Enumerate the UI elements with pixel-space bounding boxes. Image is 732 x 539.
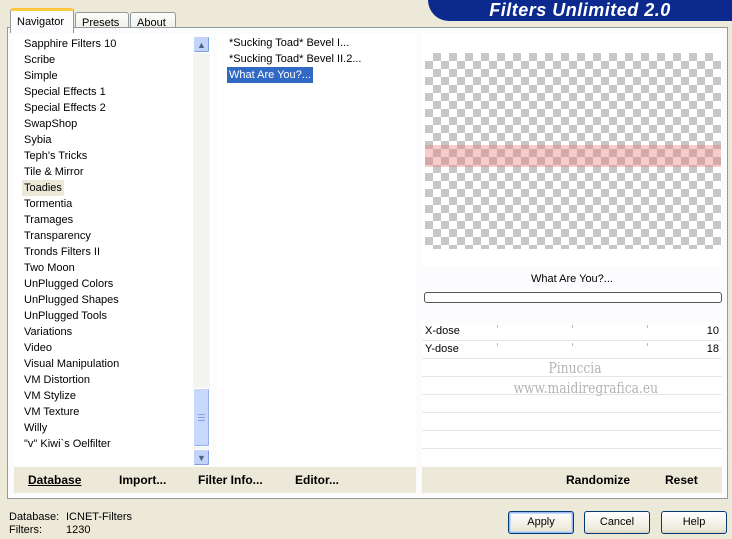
grip-icon: [198, 414, 205, 421]
preview-effect-stripe: [425, 145, 721, 167]
category-list[interactable]: Sapphire Filters 10 Scribe Simple Special E…: [14, 34, 212, 466]
category-item[interactable]: Tormentia: [22, 196, 74, 212]
database-button[interactable]: Database: [28, 473, 81, 487]
preview-toolbar: Randomize Reset: [422, 467, 722, 493]
current-filter-name: What Are You?...: [531, 273, 613, 285]
param-value: 10: [706, 325, 719, 337]
database-label: Database:: [9, 511, 60, 523]
category-item[interactable]: VM Distortion: [22, 372, 92, 388]
apply-button[interactable]: Apply: [508, 511, 574, 534]
filter-list[interactable]: *Sucking Toad* Bevel I... *Sucking Toad* …: [217, 34, 416, 466]
watermark-url: www.maidiregrafica.eu: [513, 379, 659, 397]
param-label: X-dose: [425, 325, 460, 337]
param-row-y-dose[interactable]: Y-dose 18: [422, 341, 722, 359]
category-item[interactable]: Transparency: [22, 228, 93, 244]
category-item[interactable]: Willy: [22, 420, 49, 436]
progress-bar: [424, 292, 722, 303]
filters-count-label: Filters:: [9, 524, 42, 536]
category-item[interactable]: Sapphire Filters 10: [22, 36, 118, 52]
help-button[interactable]: Help: [661, 511, 727, 534]
cancel-button[interactable]: Cancel: [584, 511, 650, 534]
category-item[interactable]: Video: [22, 340, 54, 356]
app-title-banner: Filters Unlimited 2.0: [428, 0, 732, 21]
param-row-x-dose[interactable]: X-dose 10: [422, 323, 722, 341]
category-item[interactable]: Tramages: [22, 212, 75, 228]
category-item[interactable]: "v" Kiwi`s Oelfilter: [22, 436, 113, 452]
chevron-up-icon: ▲: [197, 39, 206, 50]
watermark: Pinuccia www.maidiregrafica.eu: [513, 358, 659, 398]
database-value: ICNET-Filters: [66, 511, 132, 523]
param-value: 18: [706, 343, 719, 355]
filter-item[interactable]: *Sucking Toad* Bevel II.2...: [227, 51, 364, 67]
chevron-down-icon: ▼: [197, 452, 206, 463]
category-item[interactable]: SwapShop: [22, 116, 79, 132]
category-item[interactable]: Special Effects 2: [22, 100, 108, 116]
category-item[interactable]: Sybia: [22, 132, 54, 148]
category-item[interactable]: Tronds Filters II: [22, 244, 102, 260]
param-row-empty: [422, 431, 722, 449]
category-item[interactable]: Toadies: [22, 180, 64, 196]
category-item[interactable]: Special Effects 1: [22, 84, 108, 100]
category-item[interactable]: Simple: [22, 68, 60, 84]
editor-button[interactable]: Editor...: [295, 473, 339, 487]
tab-navigator[interactable]: Navigator: [10, 8, 74, 33]
category-item[interactable]: VM Stylize: [22, 388, 78, 404]
category-item[interactable]: Scribe: [22, 52, 57, 68]
filter-info-button[interactable]: Filter Info...: [198, 473, 263, 487]
scroll-thumb[interactable]: [193, 388, 210, 447]
category-item[interactable]: Visual Manipulation: [22, 356, 121, 372]
category-item[interactable]: VM Texture: [22, 404, 81, 420]
category-item[interactable]: UnPlugged Tools: [22, 308, 109, 324]
watermark-name: Pinuccia: [548, 359, 602, 377]
category-item[interactable]: Variations: [22, 324, 74, 340]
navigator-toolbar: Database Import... Filter Info... Editor…: [14, 467, 416, 493]
category-item[interactable]: Teph's Tricks: [22, 148, 89, 164]
category-item[interactable]: UnPlugged Colors: [22, 276, 115, 292]
category-item[interactable]: Two Moon: [22, 260, 77, 276]
param-row-empty: [422, 413, 722, 431]
category-scrollbar[interactable]: ▲ ▼: [193, 36, 210, 466]
category-item[interactable]: Tile & Mirror: [22, 164, 85, 180]
import-button[interactable]: Import...: [119, 473, 166, 487]
randomize-button[interactable]: Randomize: [566, 473, 630, 487]
app-title: Filters Unlimited 2.0: [489, 0, 671, 20]
filters-count-value: 1230: [66, 524, 91, 536]
filter-item[interactable]: *Sucking Toad* Bevel I...: [227, 35, 351, 51]
param-row-empty: [422, 449, 722, 467]
reset-button[interactable]: Reset: [665, 473, 698, 487]
filter-item[interactable]: What Are You?...: [227, 67, 313, 83]
param-label: Y-dose: [425, 343, 459, 355]
scroll-down-button[interactable]: ▼: [193, 449, 210, 466]
category-item[interactable]: UnPlugged Shapes: [22, 292, 121, 308]
scroll-up-button[interactable]: ▲: [193, 36, 210, 53]
